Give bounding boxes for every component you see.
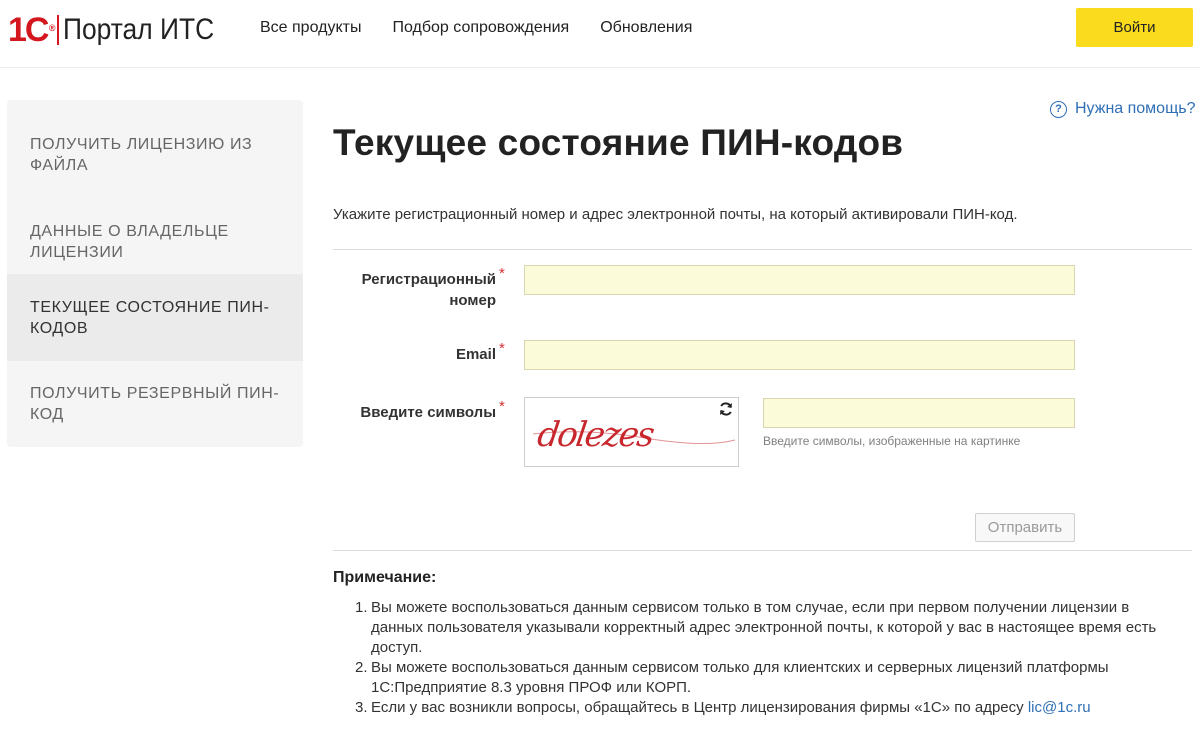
logo-divider [57,15,60,45]
email-input[interactable] [524,340,1075,370]
divider-bottom [333,550,1192,551]
nav-updates[interactable]: Обновления [600,18,692,38]
list-item: 2. Вы можете воспользоваться данным серв… [355,659,1109,696]
captcha-hint: Введите символы, изображенные на картинк… [763,434,1021,448]
notes-list: 1. Вы можете воспользоваться данным серв… [345,598,1185,718]
top-header: 1С ® Портал ИТС Все продукты Подбор сопро… [0,0,1200,68]
sidebar-item-pin-status[interactable]: Текущее состояние ПИН-кодов [7,274,303,361]
sidebar-item-license-from-file[interactable]: Получить лицензию из файла [7,112,303,198]
main-nav: Все продукты Подбор сопровождения Обновл… [260,18,723,38]
intro-text: Укажите регистрационный номер и адрес эл… [333,206,1018,223]
logo-1c-mark: 1С ® [8,11,56,49]
required-mark: * [499,340,505,357]
help-label: Нужна помощь? [1075,100,1196,117]
captcha-input[interactable] [763,398,1075,428]
logo-text: Портал ИТС [63,13,215,46]
sidebar-item-label: Текущее состояние ПИН-кодов [30,298,270,337]
submit-button[interactable]: Отправить [975,513,1075,542]
question-circle-icon: ? [1050,100,1067,118]
captcha-image: dolezes [524,397,739,467]
nav-all-products[interactable]: Все продукты [260,18,361,38]
email-label: Email [455,346,496,363]
list-item: 1. Вы можете воспользоваться данным серв… [355,599,1157,656]
divider-top [333,249,1192,250]
reg-number-input[interactable] [524,265,1075,295]
sidebar-item-label: Получить лицензию из файла [30,136,253,174]
required-mark: * [499,265,505,282]
login-button[interactable]: Войти [1076,8,1193,47]
captcha-label: Введите символы [360,404,496,421]
portal-logo[interactable]: 1С ® Портал ИТС [8,12,235,48]
svg-text:dolezes: dolezes [535,415,657,455]
sidebar-item-label: Получить резервный ПИН-код [30,385,280,423]
nav-support-selection[interactable]: Подбор сопровождения [392,18,569,38]
sidebar-item-backup-pin[interactable]: Получить резервный ПИН-код [7,361,303,447]
captcha-picture: dolezes [532,415,736,455]
notes-title: Примечание: [333,569,437,586]
refresh-icon[interactable] [718,401,734,417]
sidebar: Получить лицензию из файла Данные о влад… [7,100,303,447]
licensing-email-link[interactable]: lic@1c.ru [1028,699,1091,716]
required-mark: * [499,398,505,415]
help-link[interactable]: ? Нужна помощь? [1050,100,1195,118]
list-item: 3. Если у вас возникли вопросы, обращайт… [355,699,1091,716]
sidebar-item-license-owner[interactable]: Данные о владельце лицензии [7,198,303,285]
reg-number-label: Регистрационный номер [361,271,496,309]
page-title: Текущее состояние ПИН-кодов [333,122,904,163]
sidebar-item-label: Данные о владельце лицензии [30,222,229,261]
